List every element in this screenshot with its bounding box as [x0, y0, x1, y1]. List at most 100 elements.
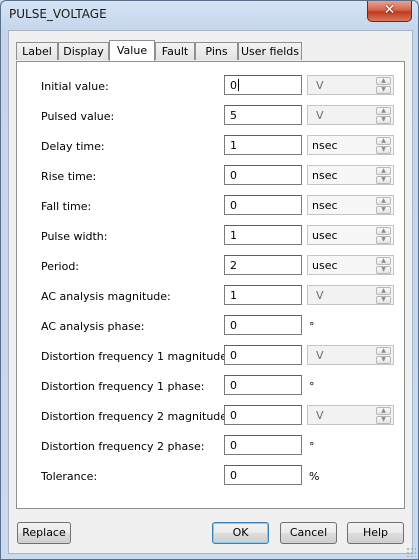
- field-row-delay-time: Delay time: 1 nsec ▲ ▼: [17, 135, 406, 159]
- tab-value[interactable]: Value: [109, 40, 155, 61]
- unit-value: V: [316, 349, 324, 362]
- spin-up-icon[interactable]: ▲: [376, 227, 391, 235]
- tab-fault[interactable]: Fault: [155, 42, 195, 60]
- spin-down-icon[interactable]: ▼: [376, 86, 391, 94]
- unit-spinner[interactable]: V ▲ ▼: [307, 75, 394, 95]
- cancel-button[interactable]: Cancel: [280, 522, 337, 544]
- field-label: AC analysis phase:: [41, 320, 145, 333]
- spin-buttons: ▲ ▼: [376, 347, 391, 364]
- spin-down-icon[interactable]: ▼: [376, 416, 391, 424]
- window-title: PULSE_VOLTAGE: [9, 7, 107, 21]
- spin-up-icon[interactable]: ▲: [376, 197, 391, 205]
- close-icon: ✕: [383, 2, 396, 18]
- spin-up-icon[interactable]: ▲: [376, 407, 391, 415]
- unit-spinner[interactable]: V ▲ ▼: [307, 405, 394, 425]
- pulsed-value-input[interactable]: 5: [224, 105, 302, 125]
- spin-up-icon[interactable]: ▲: [376, 107, 391, 115]
- unit-value: usec: [312, 229, 338, 242]
- unit-label: °: [309, 440, 315, 453]
- tab-label[interactable]: Label: [16, 42, 58, 60]
- field-row-pulsed-value: Pulsed value: 5 V ▲ ▼: [17, 105, 406, 129]
- unit-spinner[interactable]: usec ▲ ▼: [307, 255, 394, 275]
- unit-label: °: [309, 380, 315, 393]
- field-value: 1: [230, 229, 237, 242]
- spin-down-icon[interactable]: ▼: [376, 206, 391, 214]
- spin-up-icon[interactable]: ▲: [376, 257, 391, 265]
- spin-down-icon[interactable]: ▼: [376, 116, 391, 124]
- unit-spinner[interactable]: V ▲ ▼: [307, 345, 394, 365]
- spin-up-icon[interactable]: ▲: [376, 167, 391, 175]
- replace-button[interactable]: Replace: [17, 522, 71, 544]
- unit-value: usec: [312, 259, 338, 272]
- initial-value-input[interactable]: 0: [224, 75, 302, 95]
- ac-analysis-phase-input[interactable]: 0: [224, 315, 302, 335]
- period-input[interactable]: 2: [224, 255, 302, 275]
- unit-value: V: [316, 289, 324, 302]
- delay-time-input[interactable]: 1: [224, 135, 302, 155]
- spin-down-icon[interactable]: ▼: [376, 236, 391, 244]
- unit-spinner[interactable]: V ▲ ▼: [307, 285, 394, 305]
- tab-display[interactable]: Display: [58, 42, 109, 60]
- field-value: 0: [230, 79, 237, 92]
- unit-spinner[interactable]: nsec ▲ ▼: [307, 195, 394, 215]
- field-value: 0: [230, 169, 237, 182]
- unit-label: °: [309, 320, 315, 333]
- fall-time-input[interactable]: 0: [224, 195, 302, 215]
- tolerance-input[interactable]: 0: [224, 465, 302, 485]
- spin-buttons: ▲ ▼: [376, 257, 391, 274]
- field-label: Pulse width:: [41, 230, 108, 243]
- ok-button[interactable]: OK: [212, 522, 269, 544]
- unit-spinner[interactable]: usec ▲ ▼: [307, 225, 394, 245]
- spin-down-icon[interactable]: ▼: [376, 356, 391, 364]
- spin-down-icon[interactable]: ▼: [376, 176, 391, 184]
- distortion-frequency-2-phase-input[interactable]: 0: [224, 435, 302, 455]
- tab-pins[interactable]: Pins: [195, 42, 238, 60]
- spin-down-icon[interactable]: ▼: [376, 266, 391, 274]
- field-label: Distortion frequency 2 phase:: [41, 440, 205, 453]
- unit-value: nsec: [312, 139, 338, 152]
- close-button[interactable]: ✕: [367, 1, 412, 22]
- spin-up-icon[interactable]: ▲: [376, 137, 391, 145]
- field-value: 0: [230, 379, 237, 392]
- field-row-tolerance: Tolerance: 0%: [17, 465, 406, 489]
- field-row-distortion-frequency-1-phase: Distortion frequency 1 phase: 0 °: [17, 375, 406, 399]
- spin-down-icon[interactable]: ▼: [376, 146, 391, 154]
- field-row-distortion-frequency-1-magnitude: Distortion frequency 1 magnitude: 0 V ▲ ▼: [17, 345, 406, 369]
- field-value: 0: [230, 199, 237, 212]
- spin-up-icon[interactable]: ▲: [376, 287, 391, 295]
- tab-user-fields[interactable]: User fields: [238, 42, 302, 60]
- field-row-distortion-frequency-2-magnitude: Distortion frequency 2 magnitude: 0 V ▲ ▼: [17, 405, 406, 429]
- ac-analysis-magnitude-input[interactable]: 1: [224, 285, 302, 305]
- field-label: Tolerance:: [41, 470, 98, 483]
- spin-buttons: ▲ ▼: [376, 77, 391, 94]
- spin-buttons: ▲ ▼: [376, 197, 391, 214]
- field-row-distortion-frequency-2-phase: Distortion frequency 2 phase: 0 °: [17, 435, 406, 459]
- unit-value: nsec: [312, 169, 338, 182]
- unit-value: nsec: [312, 199, 338, 212]
- spin-down-icon[interactable]: ▼: [376, 296, 391, 304]
- field-value: 2: [230, 259, 237, 272]
- help-button[interactable]: Help: [347, 522, 404, 544]
- field-label: Rise time:: [41, 170, 97, 183]
- value-tab-panel: Initial value: 0 V ▲ ▼ Pulsed value: 5 V ▲ ▼ Delay…: [16, 61, 405, 509]
- spin-buttons: ▲ ▼: [376, 167, 391, 184]
- resize-grip-icon[interactable]: [406, 547, 416, 557]
- rise-time-input[interactable]: 0: [224, 165, 302, 185]
- field-value: 1: [230, 289, 237, 302]
- distortion-frequency-1-magnitude-input[interactable]: 0: [224, 345, 302, 365]
- spin-buttons: ▲ ▼: [376, 107, 391, 124]
- distortion-frequency-2-magnitude-input[interactable]: 0: [224, 405, 302, 425]
- unit-spinner[interactable]: nsec ▲ ▼: [307, 165, 394, 185]
- spin-up-icon[interactable]: ▲: [376, 347, 391, 355]
- field-value: 1: [230, 139, 237, 152]
- field-label: Fall time:: [41, 200, 92, 213]
- spin-buttons: ▲ ▼: [376, 407, 391, 424]
- unit-spinner[interactable]: V ▲ ▼: [307, 105, 394, 125]
- pulse-width-input[interactable]: 1: [224, 225, 302, 245]
- unit-value: V: [316, 109, 324, 122]
- field-row-rise-time: Rise time: 0 nsec ▲ ▼: [17, 165, 406, 189]
- unit-spinner[interactable]: nsec ▲ ▼: [307, 135, 394, 155]
- spin-up-icon[interactable]: ▲: [376, 77, 391, 85]
- distortion-frequency-1-phase-input[interactable]: 0: [224, 375, 302, 395]
- title-bar[interactable]: PULSE_VOLTAGE ✕: [1, 1, 418, 29]
